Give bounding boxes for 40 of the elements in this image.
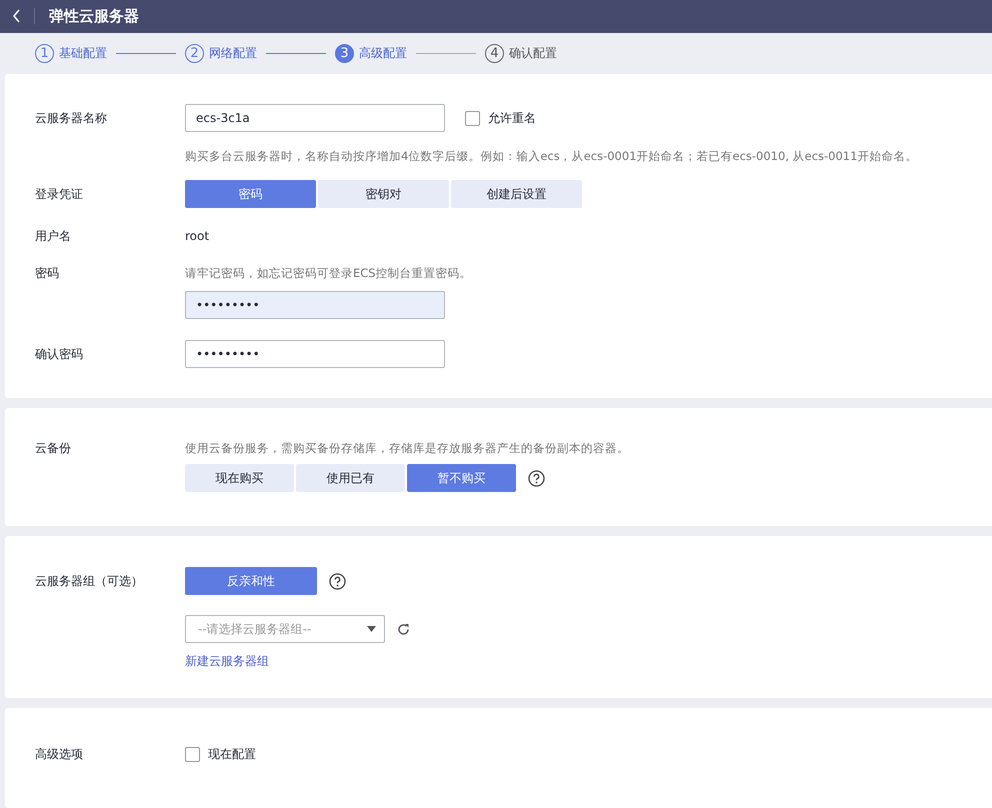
- field-label: 云服务器组（可选）: [35, 573, 144, 590]
- chevron-left-icon: [12, 9, 22, 24]
- field-label: 用户名: [35, 228, 72, 245]
- name-input[interactable]: ecs-3c1a: [185, 104, 445, 132]
- field-label: 云备份: [35, 440, 72, 457]
- login-option[interactable]: 密钥对: [318, 180, 449, 208]
- configure-now-checkbox[interactable]: 现在配置: [185, 740, 992, 768]
- step-label: 网络配置: [209, 44, 257, 62]
- refresh-icon[interactable]: [397, 622, 410, 636]
- login-option[interactable]: 密码: [185, 180, 316, 208]
- password-input[interactable]: •••••••••: [185, 291, 445, 319]
- help-icon[interactable]: [528, 470, 545, 486]
- login-option[interactable]: 创建后设置: [451, 180, 582, 208]
- backup-option[interactable]: 现在购买: [185, 464, 294, 492]
- back-button[interactable]: [12, 9, 22, 24]
- allow-duplicate-checkbox[interactable]: 允许重名: [465, 110, 536, 126]
- caret-down-icon: [367, 626, 376, 632]
- step-label: 高级配置: [359, 44, 407, 62]
- field-label: 确认密码: [35, 346, 84, 363]
- hint-text: 使用云备份服务，需购买备份存储库，存储库是存放服务器产生的备份副本的容器。: [185, 440, 629, 457]
- username-value: root: [185, 228, 210, 245]
- field-label: 密码: [35, 265, 60, 282]
- hint-text: 请牢记密码，如忘记密码可登录ECS控制台重置密码。: [185, 265, 472, 282]
- backup-option[interactable]: 使用已有: [296, 464, 405, 492]
- step-number: 3: [335, 44, 354, 63]
- anti-affinity-button[interactable]: 反亲和性: [185, 567, 317, 595]
- step-label: 确认配置: [509, 44, 557, 62]
- hint-text: 购买多台云服务器时，名称自动按序增加4位数字后缀。例如：输入ecs，从ecs-0001开始命名；若已有ecs-0010, 从ecs-0011开始命名。: [185, 148, 918, 165]
- field-label: 云服务器名称: [35, 110, 108, 127]
- backup-option[interactable]: 暂不购买: [407, 464, 516, 492]
- help-icon[interactable]: [329, 572, 346, 590]
- confirm-password-input[interactable]: •••••••••: [185, 340, 445, 368]
- step-number: 1: [35, 44, 54, 63]
- field-label: 登录凭证: [35, 186, 84, 203]
- page-title: 弹性云服务器: [49, 6, 139, 26]
- step-number: 2: [185, 44, 204, 63]
- step-label: 基础配置: [59, 44, 107, 62]
- step-number: 4: [485, 44, 504, 63]
- field-label: 高级选项: [35, 746, 84, 763]
- create-server-group-link[interactable]: 新建云服务器组: [185, 653, 269, 670]
